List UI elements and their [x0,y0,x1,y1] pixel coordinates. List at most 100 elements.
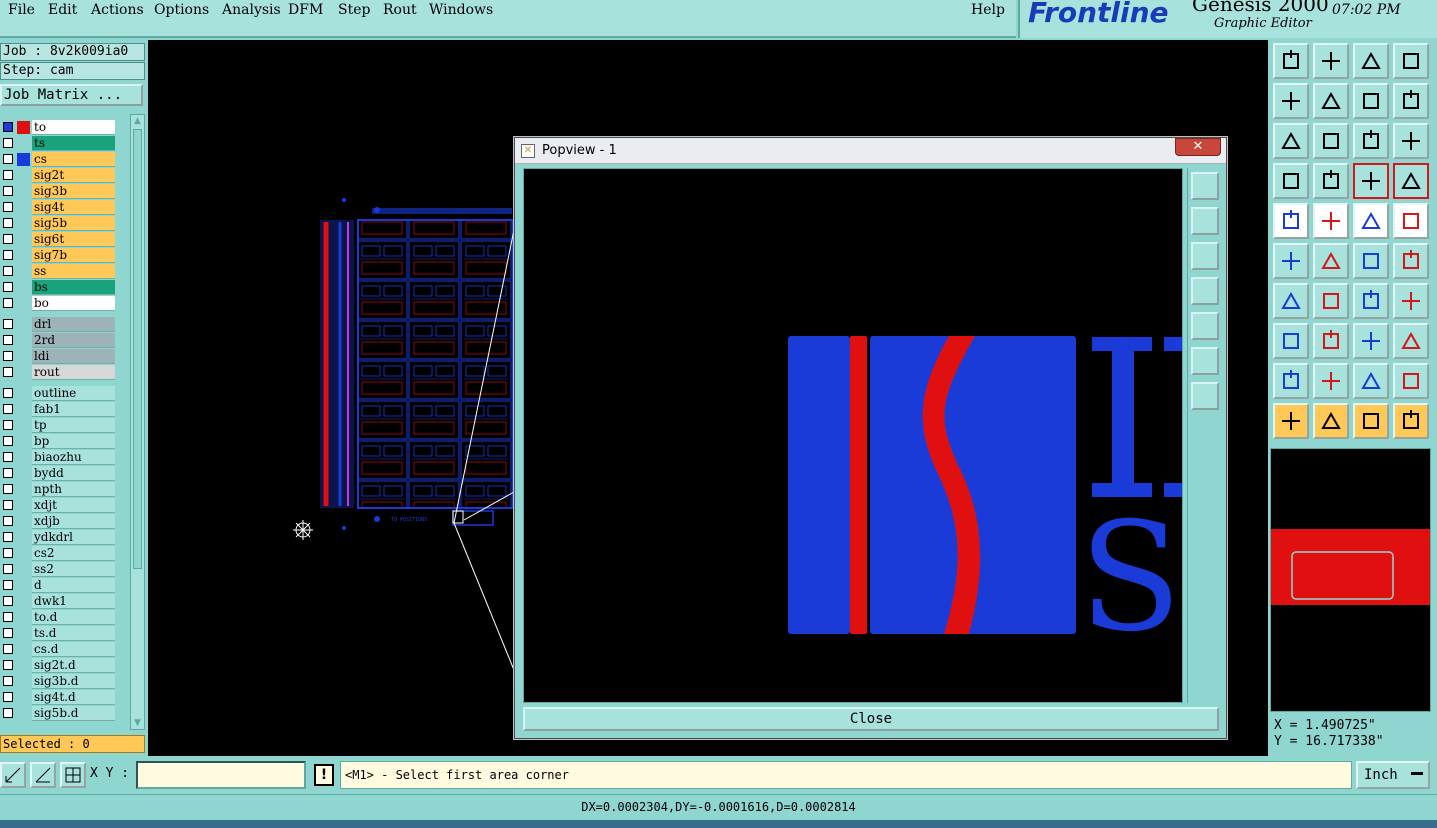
layer-checkbox[interactable] [3,564,13,574]
settings-icon[interactable] [1273,163,1309,199]
layer-checkbox[interactable] [3,484,13,494]
snap-icon[interactable] [1313,163,1349,199]
layer-checkbox[interactable] [3,580,13,590]
layer-checkbox[interactable] [3,266,13,276]
layer-checkbox[interactable] [3,319,13,329]
layer-checkbox[interactable] [3,351,13,361]
layer-row[interactable]: sig2t.d [0,658,116,673]
layer-row[interactable]: sig2t [0,168,116,183]
layer-checkbox[interactable] [3,548,13,558]
select-multi-icon[interactable] [1393,403,1429,439]
layer-row[interactable]: bo [0,296,116,311]
line-cut-icon[interactable] [1313,323,1349,359]
zoom-fit-icon[interactable] [1393,43,1429,79]
select-box-icon[interactable] [1313,403,1349,439]
slope-line-icon[interactable] [1313,283,1349,319]
layer-checkbox[interactable] [3,676,13,686]
layer-row[interactable]: xdjb [0,514,116,529]
layer-checkbox[interactable] [3,250,13,260]
zoom-home-2-icon[interactable] [1353,43,1389,79]
layer-row[interactable]: drl [0,317,116,332]
pan-left-icon[interactable] [1273,83,1309,119]
layer-checkbox[interactable] [3,138,13,148]
popview-pan-up-icon[interactable] [1191,207,1219,235]
layer-row[interactable]: ldi [0,349,116,364]
scrollbar-thumb[interactable] [133,129,142,569]
mirror-icon[interactable] [1393,83,1429,119]
layer-row[interactable]: npth [0,482,116,497]
flip-ff-icon[interactable] [1393,283,1429,319]
arc-2-icon[interactable] [1313,363,1349,399]
pan-right-icon[interactable] [1313,83,1349,119]
rotate-icon[interactable] [1353,283,1389,319]
pad-icon[interactable] [1273,203,1309,239]
ruler-icon[interactable] [1353,203,1389,239]
popview-zoom-in-icon[interactable] [1191,347,1219,375]
layer-row[interactable]: fab1 [0,402,116,417]
group-icon[interactable] [1393,323,1429,359]
layer-checkbox[interactable] [3,420,13,430]
arc-4-icon[interactable] [1393,363,1429,399]
popview-zoom-fit-icon[interactable] [1191,172,1219,200]
layer-row[interactable]: ydkdrl [0,530,116,545]
zoom-window-icon[interactable] [1313,43,1349,79]
layer-row[interactable]: outline [0,386,116,401]
layer-checkbox[interactable] [3,436,13,446]
cross-icon[interactable] [1313,243,1349,279]
layer-row[interactable]: sig4t.d [0,690,116,705]
menu-file[interactable]: File [8,2,35,18]
grid-toggle-icon[interactable] [60,762,86,788]
layer-row[interactable]: cs [0,152,116,167]
angle-line-icon[interactable] [1273,283,1309,319]
move-point-icon[interactable] [1353,243,1389,279]
layer-row[interactable]: 2rd [0,333,116,348]
connect-icon[interactable] [1273,243,1309,279]
layer-row[interactable]: sig3b [0,184,116,199]
layer-checkbox[interactable] [3,516,13,526]
layer-checkbox[interactable] [3,367,13,377]
layer-checkbox[interactable] [3,628,13,638]
layer-checkbox[interactable] [3,644,13,654]
move-point-2-icon[interactable] [1393,243,1429,279]
layer-checkbox[interactable] [3,596,13,606]
layer-row[interactable]: to.d [0,610,116,625]
job-matrix-button[interactable]: Job Matrix ... [0,84,143,106]
layer-checkbox[interactable] [3,708,13,718]
layer-checkbox[interactable] [3,154,13,164]
circle-icon[interactable] [1393,203,1429,239]
layers-tree-icon[interactable] [1393,163,1429,199]
layer-row[interactable]: ts.d [0,626,116,641]
layer-row[interactable]: bs [0,280,116,295]
menu-step[interactable]: Step [338,2,370,18]
layer-row[interactable]: sig4t [0,200,116,215]
popview-close-button[interactable]: Close [523,707,1219,731]
layer-row[interactable]: biaozhu [0,450,116,465]
pad-add-icon[interactable] [1273,323,1309,359]
arc-1-icon[interactable] [1273,363,1309,399]
units-selector[interactable]: Inch [1356,761,1430,789]
dimension-icon[interactable] [1353,323,1389,359]
snap-mode-icon[interactable] [0,762,26,788]
layer-row[interactable]: sig7b [0,248,116,263]
layer-checkbox[interactable] [3,388,13,398]
scroll-up-arrow-icon[interactable]: ▲ [132,115,143,127]
menu-edit[interactable]: Edit [48,2,77,18]
layer-row[interactable]: sig5b.d [0,706,116,721]
layer-row[interactable]: sig6t [0,232,116,247]
layer-row[interactable]: d [0,578,116,593]
layer-checkbox[interactable] [3,202,13,212]
popview-pan-right-icon[interactable] [1191,312,1219,340]
alert-button[interactable]: ! [314,764,334,786]
layer-row[interactable]: rout [0,365,116,380]
layer-checkbox[interactable] [3,218,13,228]
menu-dfm[interactable]: DFM [288,2,323,18]
layer-checkbox[interactable] [3,234,13,244]
layer-checkbox[interactable] [3,335,13,345]
scale-1-2-icon[interactable] [1353,123,1389,159]
menu-help[interactable]: Help [971,2,1005,18]
layer-checkbox[interactable] [3,282,13,292]
layer-checkbox[interactable] [3,692,13,702]
layer-checkbox[interactable] [3,500,13,510]
layer-row[interactable]: bp [0,434,116,449]
layer-row[interactable]: ts [0,136,116,151]
